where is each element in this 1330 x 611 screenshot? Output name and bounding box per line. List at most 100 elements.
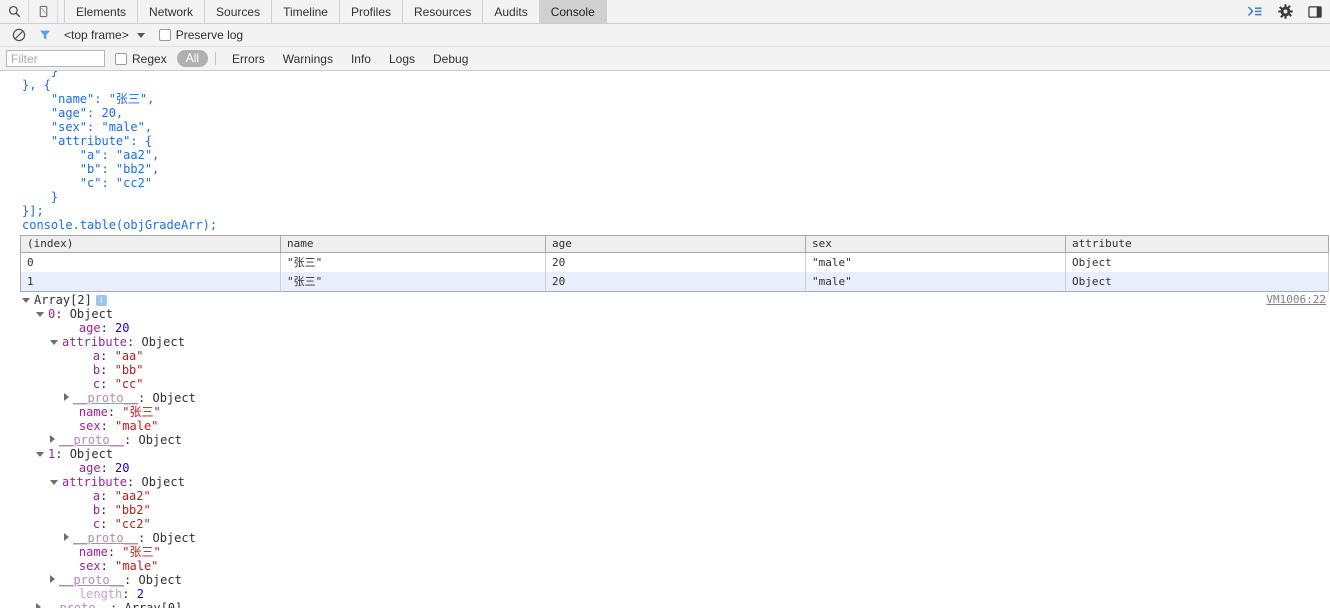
- level-errors-button[interactable]: Errors: [223, 52, 274, 66]
- table-cell-attribute: Object: [1065, 272, 1329, 292]
- tree-key: __proto__: [45, 601, 111, 608]
- triangle-down-icon[interactable]: [50, 340, 58, 345]
- tree-property-row: name: "张三": [22, 405, 1330, 419]
- preserve-log-checkbox[interactable]: [158, 29, 171, 41]
- tree-value: "aa": [114, 349, 144, 363]
- clear-console-icon[interactable]: [6, 24, 32, 46]
- level-all-button[interactable]: All: [176, 50, 209, 67]
- tree-value: Object: [141, 335, 185, 349]
- table-header-age[interactable]: age: [545, 235, 806, 253]
- tree-expandable-row[interactable]: 0: Object: [22, 307, 1330, 321]
- triangle-right-icon[interactable]: [50, 575, 55, 583]
- tree-separator: :: [100, 559, 116, 573]
- info-icon[interactable]: i: [95, 295, 107, 306]
- tree-property-row: sex: "male": [22, 419, 1330, 433]
- inspect-element-icon[interactable]: [0, 0, 29, 23]
- tree-separator: :: [122, 587, 137, 601]
- tree-value: "male": [115, 419, 159, 433]
- settings-gear-icon[interactable]: [1270, 0, 1300, 24]
- source-location-link[interactable]: VM1006:22: [1266, 293, 1326, 307]
- tree-key: attribute: [62, 335, 128, 349]
- console-code-echo: }}, { "name": "张三", "age": 20, "sex": "m…: [0, 71, 1330, 232]
- table-header-sex[interactable]: sex: [805, 235, 1066, 253]
- table-row[interactable]: 1 "张三" 20 "male" Object: [20, 272, 1329, 292]
- tree-key: __proto__: [59, 573, 125, 587]
- triangle-down-icon[interactable]: [36, 312, 44, 317]
- preserve-log-toggle[interactable]: Preserve log: [158, 28, 243, 42]
- filter-input[interactable]: [6, 50, 105, 67]
- tree-property-row: c: "cc": [22, 377, 1330, 391]
- code-line: console.table(objGradeArr);: [22, 218, 218, 232]
- triangle-right-icon[interactable]: [36, 603, 41, 608]
- triangle-down-icon[interactable]: [50, 480, 58, 485]
- regex-toggle[interactable]: Regex: [115, 52, 167, 66]
- tree-separator: :: [110, 601, 125, 608]
- tree-key: __proto__: [73, 391, 139, 405]
- tree-expandable-row[interactable]: __proto__: Array[0]: [22, 601, 1330, 608]
- tab-timeline[interactable]: Timeline: [272, 0, 340, 23]
- device-toolbar-icon[interactable]: [29, 0, 58, 23]
- triangle-right-icon[interactable]: [64, 533, 69, 541]
- table-cell-age: 20: [545, 252, 806, 272]
- triangle-down-icon[interactable]: [36, 452, 44, 457]
- tree-property-row: name: "张三": [22, 545, 1330, 559]
- tab-profiles[interactable]: Profiles: [340, 0, 403, 23]
- tree-value: 20: [115, 461, 130, 475]
- tree-expandable-row[interactable]: __proto__: Object: [22, 433, 1330, 447]
- tree-expandable-row[interactable]: Array[2] i: [22, 293, 1330, 307]
- tree-value: "cc2": [114, 517, 151, 531]
- tree-value: 20: [115, 321, 130, 335]
- toggle-drawer-icon[interactable]: [1240, 0, 1270, 24]
- panel-tabs: Elements Network Sources Timeline Profil…: [64, 0, 607, 23]
- tree-key: sex: [78, 559, 101, 573]
- tab-audits[interactable]: Audits: [483, 0, 540, 23]
- code-line: "name": "张三",: [22, 92, 155, 106]
- tab-resources[interactable]: Resources: [403, 0, 484, 23]
- dock-side-icon[interactable]: [1300, 0, 1330, 24]
- triangle-right-icon[interactable]: [64, 393, 69, 401]
- frame-selector[interactable]: <top frame>: [64, 28, 145, 42]
- tree-value: "张三": [122, 405, 161, 419]
- level-logs-button[interactable]: Logs: [380, 52, 424, 66]
- table-header-name[interactable]: name: [280, 235, 546, 253]
- tree-expandable-row[interactable]: attribute: Object: [22, 335, 1330, 349]
- tree-property-row: length: 2: [22, 587, 1330, 601]
- tab-elements-label: Elements: [76, 4, 127, 19]
- filter-funnel-icon[interactable]: [32, 24, 58, 46]
- level-info-button[interactable]: Info: [342, 52, 380, 66]
- tree-expandable-row[interactable]: __proto__: Object: [22, 391, 1330, 405]
- regex-label: Regex: [132, 51, 167, 66]
- regex-checkbox[interactable]: [115, 52, 127, 65]
- tab-sources[interactable]: Sources: [205, 0, 273, 23]
- tree-separator: :: [100, 517, 115, 531]
- tree-separator: :: [127, 475, 142, 489]
- tab-console[interactable]: Console: [539, 0, 607, 23]
- triangle-right-icon[interactable]: [50, 435, 55, 443]
- table-header-attribute[interactable]: attribute: [1065, 235, 1329, 253]
- level-debug-button[interactable]: Debug: [424, 52, 477, 66]
- tab-elements[interactable]: Elements: [64, 0, 139, 23]
- tree-value: Object: [69, 307, 114, 321]
- console-output[interactable]: }}, { "name": "张三", "age": 20, "sex": "m…: [0, 71, 1330, 608]
- tree-property-row: sex: "male": [22, 559, 1330, 573]
- triangle-down-icon[interactable]: [22, 298, 30, 303]
- level-warnings-button[interactable]: Warnings: [274, 52, 342, 66]
- tree-expandable-row[interactable]: __proto__: Object: [22, 573, 1330, 587]
- tree-key: length: [78, 587, 123, 601]
- tree-separator: :: [100, 321, 116, 335]
- tree-value: "male": [115, 559, 159, 573]
- tree-expandable-row[interactable]: __proto__: Object: [22, 531, 1330, 545]
- tree-value: Object: [141, 475, 185, 489]
- table-row[interactable]: 0 "张三" 20 "male" Object: [20, 252, 1329, 272]
- frame-selector-label: <top frame>: [64, 28, 129, 42]
- tree-expandable-row[interactable]: attribute: Object: [22, 475, 1330, 489]
- tab-network[interactable]: Network: [138, 0, 206, 23]
- code-line: }: [22, 71, 59, 78]
- table-header-index[interactable]: (index): [20, 235, 281, 253]
- tree-expandable-row[interactable]: 1: Object: [22, 447, 1330, 461]
